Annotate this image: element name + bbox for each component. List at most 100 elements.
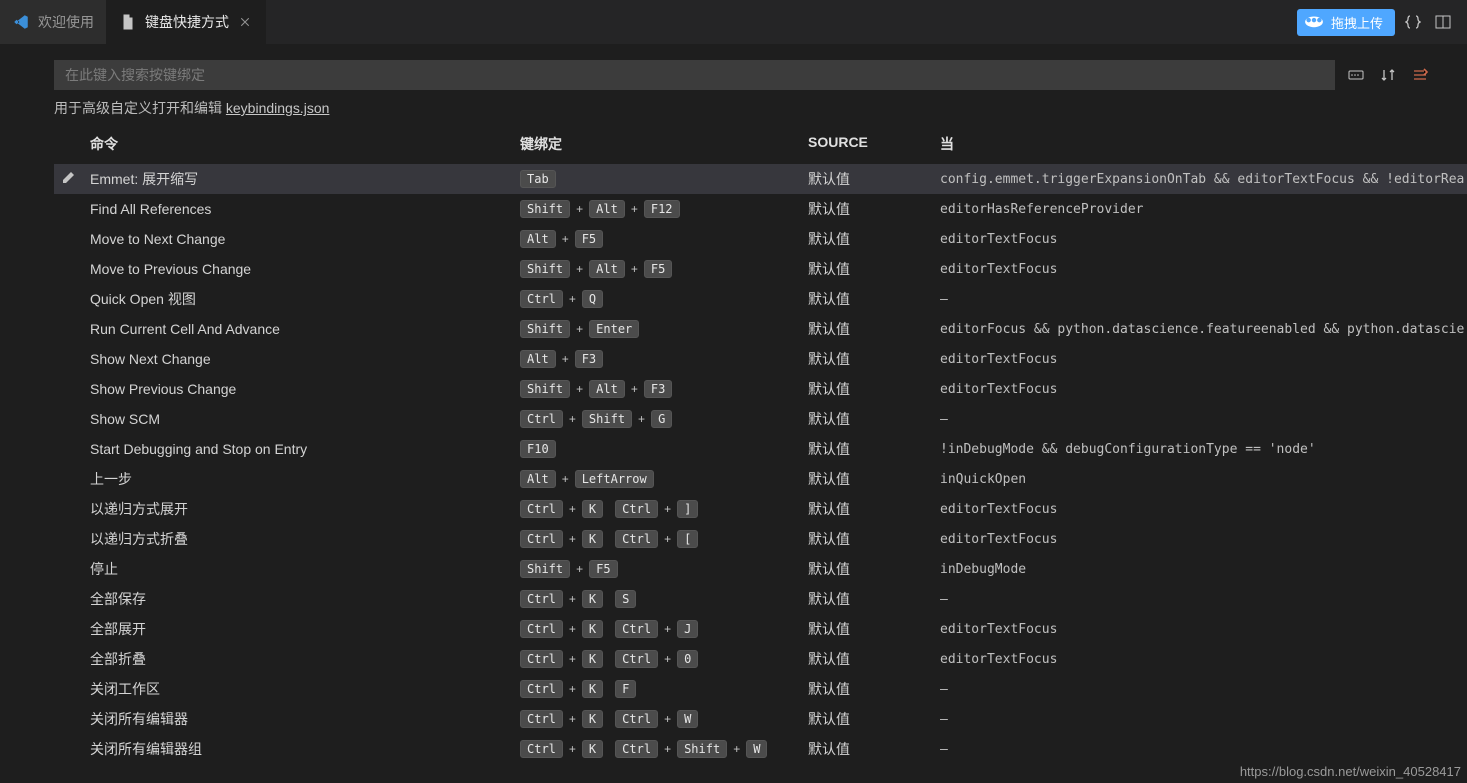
command-cell: 关闭工作区 <box>90 679 520 699</box>
plus-separator: + <box>560 232 571 246</box>
source-cell: 默认值 <box>808 259 940 279</box>
plus-separator: + <box>567 532 578 546</box>
plus-separator: + <box>636 412 647 426</box>
sort-icon[interactable] <box>1377 64 1399 86</box>
table-row[interactable]: 关闭工作区Ctrl+K F默认值— <box>54 674 1467 704</box>
key-cap: K <box>582 680 603 698</box>
key-cap: F3 <box>644 380 672 398</box>
when-cell: — <box>940 742 1467 757</box>
key-cap: Q <box>582 290 603 308</box>
key-cap: Ctrl <box>615 650 658 668</box>
binding-cell: Ctrl+K Ctrl+0 <box>520 650 808 668</box>
key-cap: F12 <box>644 200 680 218</box>
table-row[interactable]: Show Previous ChangeShift+Alt+F3默认值edito… <box>54 374 1467 404</box>
search-input[interactable] <box>54 60 1335 90</box>
clear-icon[interactable] <box>1409 64 1431 86</box>
plus-separator: + <box>629 262 640 276</box>
vscode-icon <box>12 13 30 31</box>
key-cap: S <box>615 590 636 608</box>
upload-button[interactable]: 拖拽上传 <box>1297 9 1395 36</box>
command-cell: 停止 <box>90 559 520 579</box>
key-cap: K <box>582 620 603 638</box>
table-row[interactable]: 停止Shift+F5默认值inDebugMode <box>54 554 1467 584</box>
file-icon <box>119 13 137 31</box>
command-cell: 以递归方式折叠 <box>90 529 520 549</box>
header-binding[interactable]: 键绑定 <box>520 134 808 154</box>
plus-separator: + <box>662 742 673 756</box>
table-row[interactable]: Find All ReferencesShift+Alt+F12默认值edito… <box>54 194 1467 224</box>
command-cell: Emmet: 展开缩写 <box>90 169 520 189</box>
split-editor-icon[interactable] <box>1431 10 1455 34</box>
binding-cell: Ctrl+K Ctrl+W <box>520 710 808 728</box>
key-cap: Alt <box>589 380 625 398</box>
table-row[interactable]: Show Next ChangeAlt+F3默认值editorTextFocus <box>54 344 1467 374</box>
plus-separator: + <box>560 472 571 486</box>
header-command[interactable]: 命令 <box>90 134 520 154</box>
tab-welcome[interactable]: 欢迎使用 <box>0 0 107 44</box>
table-row[interactable]: 上一步Alt+LeftArrow默认值inQuickOpen <box>54 464 1467 494</box>
table-row[interactable]: Show SCMCtrl+Shift+G默认值— <box>54 404 1467 434</box>
table-row[interactable]: 关闭所有编辑器组Ctrl+K Ctrl+Shift+W默认值— <box>54 734 1467 764</box>
table-row[interactable]: Move to Next ChangeAlt+F5默认值editorTextFo… <box>54 224 1467 254</box>
table-row[interactable]: 全部保存Ctrl+K S默认值— <box>54 584 1467 614</box>
source-cell: 默认值 <box>808 589 940 609</box>
table-row[interactable]: 以递归方式折叠Ctrl+K Ctrl+[默认值editorTextFocus <box>54 524 1467 554</box>
when-cell: editorTextFocus <box>940 352 1467 367</box>
binding-cell: Alt+F5 <box>520 230 808 248</box>
close-icon[interactable] <box>237 14 253 30</box>
table-row[interactable]: Run Current Cell And AdvanceShift+Enter默… <box>54 314 1467 344</box>
source-cell: 默认值 <box>808 409 940 429</box>
plus-separator: + <box>662 622 673 636</box>
table-row[interactable]: Emmet: 展开缩写Tab默认值config.emmet.triggerExp… <box>54 164 1467 194</box>
when-cell: editorTextFocus <box>940 652 1467 667</box>
table-row[interactable]: 以递归方式展开Ctrl+K Ctrl+]默认值editorTextFocus <box>54 494 1467 524</box>
keybindings-json-link[interactable]: keybindings.json <box>226 100 330 116</box>
tab-label: 键盘快捷方式 <box>145 12 229 32</box>
key-cap: Tab <box>520 170 556 188</box>
table-row[interactable]: 全部折叠Ctrl+K Ctrl+0默认值editorTextFocus <box>54 644 1467 674</box>
table-row[interactable]: Move to Previous ChangeShift+Alt+F5默认值ed… <box>54 254 1467 284</box>
key-cap: Ctrl <box>520 290 563 308</box>
table-row[interactable]: Quick Open 视图Ctrl+Q默认值— <box>54 284 1467 314</box>
when-cell: editorTextFocus <box>940 262 1467 277</box>
when-cell: editorTextFocus <box>940 382 1467 397</box>
plus-separator: + <box>731 742 742 756</box>
plus-separator: + <box>662 652 673 666</box>
key-cap: F5 <box>644 260 672 278</box>
key-cap: F10 <box>520 440 556 458</box>
source-cell: 默认值 <box>808 559 940 579</box>
key-cap: Ctrl <box>615 620 658 638</box>
source-cell: 默认值 <box>808 469 940 489</box>
watermark: https://blog.csdn.net/weixin_40528417 <box>1240 764 1461 779</box>
command-cell: Show SCM <box>90 411 520 427</box>
key-cap: 0 <box>677 650 698 668</box>
command-cell: Show Next Change <box>90 351 520 367</box>
record-keys-icon[interactable] <box>1345 64 1367 86</box>
header-when[interactable]: 当 <box>940 134 1467 154</box>
key-cap: ] <box>677 500 698 518</box>
key-cap: Shift <box>520 260 570 278</box>
command-cell: 全部展开 <box>90 619 520 639</box>
table-row[interactable]: 关闭所有编辑器Ctrl+K Ctrl+W默认值— <box>54 704 1467 734</box>
header-source[interactable]: SOURCE <box>808 134 940 154</box>
command-cell: 关闭所有编辑器组 <box>90 739 520 759</box>
command-cell: 以递归方式展开 <box>90 499 520 519</box>
source-cell: 默认值 <box>808 349 940 369</box>
table-row[interactable]: Start Debugging and Stop on EntryF10默认值!… <box>54 434 1467 464</box>
key-cap: Shift <box>520 200 570 218</box>
key-cap: Alt <box>520 230 556 248</box>
key-cap: K <box>582 740 603 758</box>
pencil-icon[interactable] <box>60 170 78 188</box>
tab-keybindings[interactable]: 键盘快捷方式 <box>107 0 266 44</box>
command-cell: 全部保存 <box>90 589 520 609</box>
when-cell: editorFocus && python.datascience.featur… <box>940 322 1467 337</box>
plus-separator: + <box>567 412 578 426</box>
plus-separator: + <box>567 682 578 696</box>
key-cap: J <box>677 620 698 638</box>
key-cap: W <box>677 710 698 728</box>
key-cap: Ctrl <box>520 410 563 428</box>
key-cap: Ctrl <box>615 500 658 518</box>
command-cell: Move to Next Change <box>90 231 520 247</box>
table-row[interactable]: 全部展开Ctrl+K Ctrl+J默认值editorTextFocus <box>54 614 1467 644</box>
braces-icon[interactable] <box>1401 10 1425 34</box>
